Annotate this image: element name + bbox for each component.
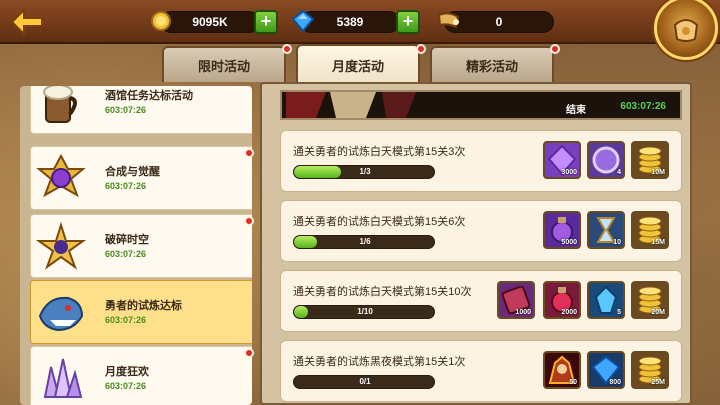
progress-text: 1/10 [357, 307, 373, 316]
event-banner: 结束 603:07:26 [280, 90, 682, 120]
banner-art-icon [286, 92, 416, 118]
shark-warrior-icon [31, 283, 91, 343]
quest-progress-bar: 1/10 [293, 305, 435, 319]
gold-counter: 9095K [160, 11, 260, 33]
quest-row: 通关勇者的试炼黑夜模式第15关1次 0/1 50 800 25M [280, 340, 682, 402]
reward-count: 10 [613, 239, 621, 246]
progress-text: 0/1 [359, 377, 371, 386]
back-button[interactable] [8, 6, 48, 38]
blue-gem-icon [290, 8, 316, 34]
reward-purple-crystal[interactable]: 3000 [543, 141, 581, 179]
reward-blue-crystal[interactable]: 5 [587, 281, 625, 319]
special-amount: 0 [495, 15, 503, 29]
reward-count: 2000 [561, 309, 577, 316]
banner-countdown: 603:07:26 [620, 101, 666, 112]
quest-row: 通关勇者的试炼白天模式第15关10次 1/10 1000 2000 5 20M [280, 270, 682, 332]
progress-text: 1/3 [359, 167, 371, 176]
top-bar: 9095K + 5389 + 0 [0, 0, 720, 60]
bag-icon [673, 19, 699, 42]
reward-count: 5 [617, 309, 621, 316]
reward-hourglass-scroll[interactable]: 10 [587, 211, 625, 249]
quest-title: 通关勇者的试炼白天模式第15关6次 [293, 216, 466, 228]
sidebar-item-title: 酒馆任务达标活动 [105, 90, 193, 102]
sidebar-alert-badge [244, 148, 254, 158]
reward-count: 25M [651, 379, 665, 386]
tab-alert-badge [282, 44, 292, 54]
add-gem-button[interactable]: + [396, 10, 420, 34]
back-arrow-icon [10, 8, 43, 36]
crystal-cluster-icon [31, 349, 91, 405]
tab-label: 精彩活动 [465, 58, 518, 74]
sidebar-item-time: 603:07:26 [105, 381, 147, 391]
hexagram-orb-icon [31, 149, 91, 209]
quest-title: 通关勇者的试炼白天模式第15关3次 [293, 146, 466, 158]
reward-blue-gem[interactable]: 800 [587, 351, 625, 389]
tab-label: 月度活动 [331, 58, 384, 74]
reward-count: 5000 [561, 239, 577, 246]
sidebar-item-title: 月度狂欢 [105, 366, 149, 378]
sidebar-item-time: 603:07:26 [105, 105, 147, 115]
add-gold-button[interactable]: + [254, 10, 278, 34]
tab-featured-events[interactable]: 精彩活动 [430, 46, 554, 82]
reward-count: 800 [609, 379, 621, 386]
reward-gold-coins[interactable]: 25M [631, 351, 669, 389]
sidebar-item-title: 破碎时空 [105, 234, 149, 246]
progress-text: 1/6 [359, 237, 371, 246]
reward-red-potion[interactable]: 2000 [543, 281, 581, 319]
reward-count: 3000 [561, 169, 577, 176]
sidebar-item-title: 合成与觉醒 [105, 166, 160, 178]
gem-amount: 5389 [336, 15, 364, 29]
quest-row: 通关勇者的试炼白天模式第15关6次 1/6 5000 10 15M [280, 200, 682, 262]
reward-purple-potion[interactable]: 5000 [543, 211, 581, 249]
tab-alert-badge [416, 44, 426, 54]
reward-count: 15M [651, 239, 665, 246]
sidebar-item-synthesis-awakening[interactable]: 合成与觉醒 603:07:26 [30, 146, 252, 210]
sidebar-item-hero-trial[interactable]: 勇者的试炼达标 603:07:26 [30, 280, 252, 344]
sidebar-item-title: 勇者的试炼达标 [105, 300, 182, 312]
sidebar-item-tavern-quests[interactable]: 酒馆任务达标活动 603:07:26 [30, 86, 252, 134]
sidebar-item-broken-space-time[interactable]: 破碎时空 603:07:26 [30, 214, 252, 278]
reward-gold-coins[interactable]: 20M [631, 281, 669, 319]
quest-row: 通关勇者的试炼白天模式第15关3次 1/3 3000 4 10M [280, 130, 682, 192]
reward-count: 20M [651, 309, 665, 316]
sidebar-item-time: 603:07:26 [105, 249, 147, 259]
tab-limited-events[interactable]: 限时活动 [162, 46, 286, 82]
reward-count: 10M [651, 169, 665, 176]
reward-purple-orb[interactable]: 4 [587, 141, 625, 179]
tab-alert-badge [550, 44, 560, 54]
sidebar-alert-badge [244, 216, 254, 226]
reward-count: 4 [617, 169, 621, 176]
sidebar-item-time: 603:07:26 [105, 181, 147, 191]
event-sidebar: 酒馆任务达标活动 603:07:26 合成与觉醒 603:07:26 破碎时空 … [20, 86, 252, 405]
sidebar-alert-badge [244, 348, 254, 358]
horn-icon [436, 8, 462, 34]
tab-monthly-events[interactable]: 月度活动 [296, 44, 420, 84]
beer-mug-icon [31, 86, 91, 133]
banner-end-label: 结束 [566, 105, 586, 116]
reward-count: 50 [569, 379, 577, 386]
shattered-star-icon [31, 217, 91, 277]
gold-amount: 9095K [192, 15, 228, 29]
reward-gold-coins[interactable]: 15M [631, 211, 669, 249]
reward-red-scroll[interactable]: 1000 [497, 281, 535, 319]
quest-progress-bar: 1/6 [293, 235, 435, 249]
sidebar-item-time: 603:07:26 [105, 315, 147, 325]
gold-coin-icon [148, 8, 174, 34]
quest-progress-bar: 0/1 [293, 375, 435, 389]
quest-progress-bar: 1/3 [293, 165, 435, 179]
tab-label: 限时活动 [197, 58, 250, 74]
reward-hero-portrait[interactable]: 50 [543, 351, 581, 389]
quest-title: 通关勇者的试炼白天模式第15关10次 [293, 286, 472, 298]
reward-count: 1000 [515, 309, 531, 316]
sidebar-item-monthly-carnival[interactable]: 月度狂欢 603:07:26 [30, 346, 252, 405]
reward-gold-coins[interactable]: 10M [631, 141, 669, 179]
quest-title: 通关勇者的试炼黑夜模式第15关1次 [293, 356, 466, 368]
